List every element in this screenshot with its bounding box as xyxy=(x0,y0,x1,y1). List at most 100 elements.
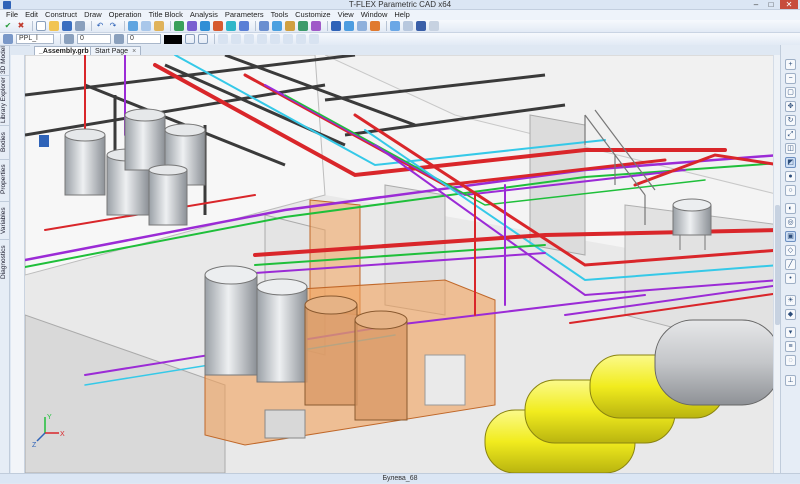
open-folder-icon[interactable] xyxy=(49,21,59,31)
copy-icon[interactable] xyxy=(141,21,151,31)
show-icon[interactable] xyxy=(296,34,306,44)
zoom-fit-icon[interactable] xyxy=(309,34,319,44)
print-icon[interactable] xyxy=(75,21,85,31)
tab-close-icon[interactable]: × xyxy=(132,48,136,55)
cut-icon[interactable] xyxy=(128,21,138,31)
measure-view-icon[interactable]: ⊥ xyxy=(785,375,796,386)
front-view-icon[interactable]: ◫ xyxy=(785,143,796,154)
loft-icon[interactable] xyxy=(226,21,236,31)
window-icon[interactable] xyxy=(390,21,400,31)
dock-tab-properties[interactable]: Properties xyxy=(0,159,10,199)
render-icon[interactable] xyxy=(344,21,354,31)
select-edge-icon[interactable]: ╱ xyxy=(785,259,796,270)
page-field[interactable]: PPL_l xyxy=(16,34,54,44)
pattern-icon[interactable] xyxy=(311,21,321,31)
filter-icon[interactable] xyxy=(257,34,267,44)
dock-tab-diagnostics[interactable]: Diagnostics xyxy=(0,239,10,285)
tab-label: _Assembly.grb xyxy=(39,48,89,55)
dock-tab-3d-model[interactable]: 3D Model xyxy=(0,45,10,75)
undo-icon[interactable]: ↶ xyxy=(95,21,105,31)
color-swatch[interactable] xyxy=(164,34,182,44)
select-face-icon[interactable]: ◇ xyxy=(785,245,796,256)
section-icon[interactable] xyxy=(357,21,367,31)
zoom-window-icon[interactable]: ▢ xyxy=(785,87,796,98)
section-view-icon[interactable]: ◐ xyxy=(785,203,796,214)
menu-title-block[interactable]: Title Block xyxy=(149,10,183,20)
pan-icon[interactable]: ✥ xyxy=(785,101,796,112)
grey-storage-tank xyxy=(654,319,780,406)
maximize-button[interactable]: □ xyxy=(764,0,778,9)
construct-icon[interactable] xyxy=(174,21,184,31)
cancel-icon[interactable]: ✖ xyxy=(16,21,26,31)
iso-view-icon[interactable]: ◩ xyxy=(785,157,796,168)
select-vertex-icon[interactable]: • xyxy=(785,273,796,284)
dock-tab-library[interactable]: Library Explorer xyxy=(0,75,10,125)
minimize-button[interactable]: – xyxy=(749,0,763,9)
tab-start-page[interactable]: Start Page × xyxy=(90,46,142,55)
filter-view-icon[interactable]: ▾ xyxy=(785,327,796,338)
select-icon[interactable] xyxy=(270,34,280,44)
sweep-icon[interactable] xyxy=(239,21,249,31)
menu-operation[interactable]: Operation xyxy=(109,10,142,20)
view-icon[interactable] xyxy=(331,21,341,31)
close-button[interactable]: ✕ xyxy=(780,0,798,9)
material-icon[interactable]: ◆ xyxy=(785,309,796,320)
wireframe-icon[interactable]: ○ xyxy=(785,185,796,196)
axis-z-label: Z xyxy=(32,442,37,449)
menu-construct[interactable]: Construct xyxy=(45,10,77,20)
dock-tab-bodies[interactable]: Bodies xyxy=(0,125,10,159)
ortho-icon[interactable] xyxy=(244,34,254,44)
settings-icon[interactable] xyxy=(416,21,426,31)
zoom-out-icon[interactable]: − xyxy=(785,73,796,84)
shaded-icon[interactable]: ● xyxy=(785,171,796,182)
redo-icon[interactable]: ↷ xyxy=(108,21,118,31)
measure-icon[interactable] xyxy=(370,21,380,31)
menu-edit[interactable]: Edit xyxy=(25,10,38,20)
document-tabs: _Assembly.grb × Start Page× xyxy=(30,45,780,55)
extrude-icon[interactable] xyxy=(200,21,210,31)
help-icon[interactable] xyxy=(429,21,439,31)
menu-tools[interactable]: Tools xyxy=(271,10,289,20)
shell-icon[interactable] xyxy=(298,21,308,31)
menu-draw[interactable]: Draw xyxy=(84,10,102,20)
dock-tab-variables[interactable]: Variables xyxy=(0,201,10,239)
menu-parameters[interactable]: Parameters xyxy=(225,10,264,20)
menu-help[interactable]: Help xyxy=(394,10,409,20)
chamfer-icon[interactable] xyxy=(285,21,295,31)
vertical-scrollbar[interactable] xyxy=(773,55,780,473)
layers-icon[interactable]: ≡ xyxy=(785,341,796,352)
grid-icon[interactable] xyxy=(231,34,241,44)
line-style-icon[interactable] xyxy=(185,34,195,44)
toolbar-separator xyxy=(255,21,256,31)
main-toolbar: ✔ ✖ ↶ ↷ xyxy=(0,20,800,33)
layer-field[interactable]: 0 xyxy=(77,34,111,44)
menu-customize[interactable]: Customize xyxy=(295,10,330,20)
zoom-in-icon[interactable]: + xyxy=(785,59,796,70)
check-icon[interactable]: ✔ xyxy=(3,21,13,31)
toolbar-separator xyxy=(386,21,387,31)
line-width-icon[interactable] xyxy=(198,34,208,44)
light-icon[interactable]: ☀ xyxy=(785,295,796,306)
select-body-icon[interactable]: ▣ xyxy=(785,231,796,242)
paste-icon[interactable] xyxy=(154,21,164,31)
snap-icon[interactable] xyxy=(218,34,228,44)
menu-view[interactable]: View xyxy=(338,10,354,20)
3d-viewport[interactable]: Y X Z xyxy=(25,55,780,473)
save-icon[interactable] xyxy=(62,21,72,31)
sketch-icon[interactable] xyxy=(187,21,197,31)
fillet-icon[interactable] xyxy=(272,21,282,31)
level-field[interactable]: 0 xyxy=(127,34,161,44)
boolean-icon[interactable] xyxy=(259,21,269,31)
rotate-view-icon[interactable]: ↻ xyxy=(785,115,796,126)
left-dock: 3D Model Library Explorer Bodies Propert… xyxy=(0,45,10,473)
menu-window[interactable]: Window xyxy=(361,10,388,20)
new-file-icon[interactable] xyxy=(36,21,46,31)
layout-icon[interactable] xyxy=(403,21,413,31)
rotate-icon[interactable] xyxy=(213,21,223,31)
camera-icon[interactable]: ◎ xyxy=(785,217,796,228)
menu-file[interactable]: File xyxy=(6,10,18,20)
hide-body-icon[interactable]: ◌ xyxy=(785,355,796,366)
fit-all-icon[interactable]: ⤢ xyxy=(785,129,796,140)
hide-icon[interactable] xyxy=(283,34,293,44)
menu-analysis[interactable]: Analysis xyxy=(190,10,218,20)
